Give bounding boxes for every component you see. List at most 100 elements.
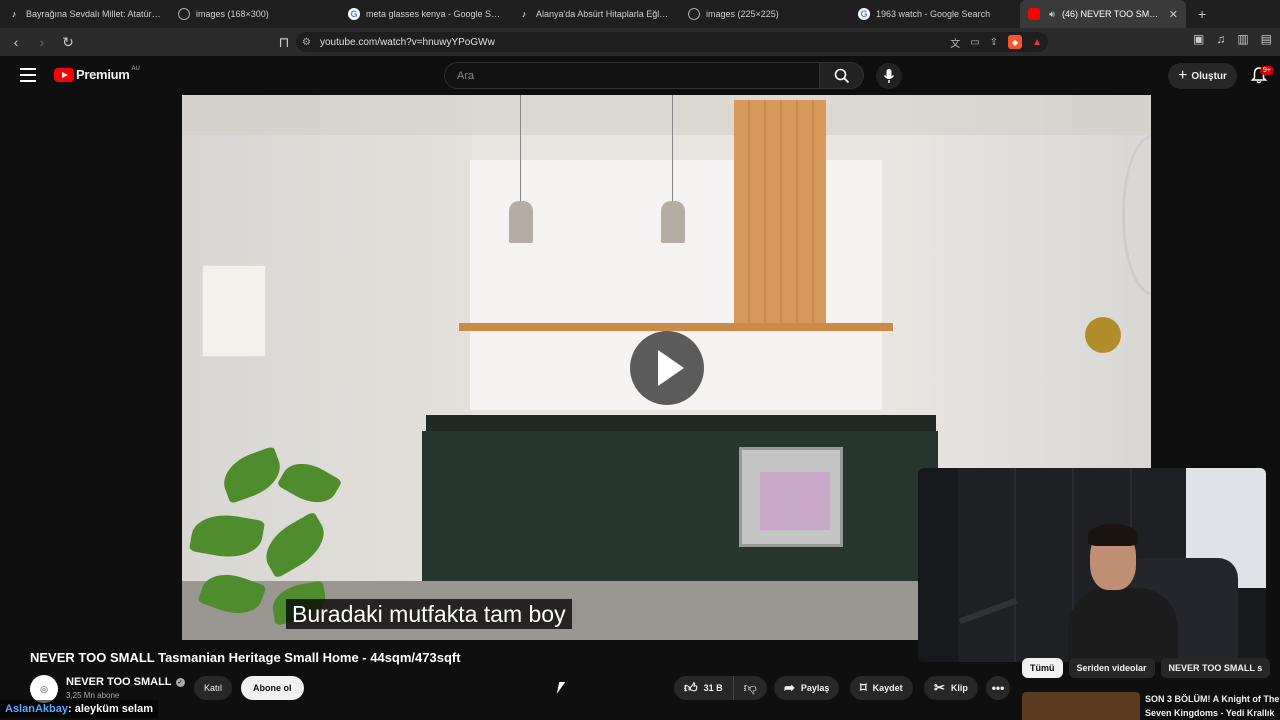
chat-text: : aleyküm selam <box>67 703 153 715</box>
share-label: Paylaş <box>800 683 830 693</box>
tab-title: (46) NEVER TOO SMALL Tasm <box>1062 9 1161 19</box>
youtube-header: Premium AU Ara + Oluştur <box>0 56 1280 94</box>
reload-icon[interactable]: ↻ <box>58 32 78 52</box>
video-thumbnail[interactable] <box>1022 692 1140 720</box>
recommended-title[interactable]: SON 3 BÖLÜM! A Knight of The Seven Kingd… <box>1145 692 1280 720</box>
thumbs-down-icon: 👎︎ <box>743 680 757 695</box>
more-horizontal-icon: ••• <box>991 681 1005 695</box>
video-frame-bg <box>509 201 533 243</box>
chat-username: AslanAkbay <box>5 703 68 715</box>
youtube-icon <box>1028 8 1040 20</box>
thumbs-up-icon: 👍︎ <box>684 680 698 695</box>
globe-icon <box>178 8 190 20</box>
search-input[interactable]: Ara <box>444 62 820 89</box>
browser-tab-active[interactable]: 🔊︎ (46) NEVER TOO SMALL Tasm ✕ <box>1020 0 1186 28</box>
cast-icon[interactable]: ▭ <box>970 37 979 48</box>
video-frame-bg <box>422 431 938 581</box>
chip-series[interactable]: Seriden videolar <box>1068 658 1155 678</box>
save-button-wrap: ⌑ Kaydet <box>850 676 913 700</box>
caption-text: Buradaki mutfakta tam boy <box>286 599 572 629</box>
bookmark-icon[interactable]: ⊓ <box>274 32 294 52</box>
create-button[interactable]: + Oluştur <box>1168 63 1237 89</box>
video-frame-bg <box>520 95 521 203</box>
join-button[interactable]: Katıl <box>194 676 233 700</box>
split-view-icon[interactable]: ▥ <box>1237 32 1248 46</box>
menu-icon[interactable] <box>20 68 36 86</box>
browser-tab[interactable]: ♪ Bayrağına Sevdalı Millet: Atatürk ve <box>0 0 170 28</box>
save-label: Kaydet <box>872 683 903 693</box>
subscribe-button[interactable]: Abone ol <box>241 676 304 700</box>
browser-tab[interactable]: images (225×225) <box>680 0 850 28</box>
chip-all[interactable]: Tümü <box>1022 658 1063 678</box>
subscriber-count: 3,25 Mn abone <box>66 691 120 700</box>
tab-title: images (225×225) <box>706 9 779 19</box>
recommended-video[interactable]: SON 3 BÖLÜM! A Knight of The Seven Kingd… <box>1022 692 1280 720</box>
video-frame-bg <box>739 447 843 547</box>
dislike-button[interactable]: 👎︎ <box>734 676 767 700</box>
share-arrow-icon: ➦ <box>784 680 795 695</box>
browser-tab-strip: ♪ Bayrağına Sevdalı Millet: Atatürk ve i… <box>0 0 1280 28</box>
video-frame-bg <box>459 323 893 331</box>
voice-search-button[interactable] <box>876 63 902 89</box>
mouse-cursor-icon <box>556 682 566 694</box>
mic-icon <box>883 69 895 83</box>
close-icon[interactable]: ✕ <box>1169 8 1178 21</box>
brave-rewards-icon[interactable]: ▲ <box>1032 37 1042 48</box>
webcam-overlay <box>918 468 1266 662</box>
like-button[interactable]: 👍︎ 31 B <box>674 676 734 700</box>
browser-tab[interactable]: images (168×300) <box>170 0 340 28</box>
share-icon[interactable]: ⇪ <box>990 37 998 48</box>
channel-name[interactable]: NEVER TOO SMALL ✓ <box>66 676 185 688</box>
youtube-premium-logo[interactable]: Premium AU <box>54 65 140 82</box>
clip-button[interactable]: ✂ Klip <box>924 676 978 700</box>
sidebar-toggle-icon[interactable]: ▣ <box>1193 32 1204 46</box>
region-code: AU <box>131 65 140 72</box>
speaker-icon: 🔊︎ <box>1049 8 1055 19</box>
tab-title: images (168×300) <box>196 9 269 19</box>
search-button[interactable] <box>820 62 864 89</box>
browser-tab[interactable]: ♪ Alanya'da Absürt Hitaplarla Eğlenceli <box>510 0 680 28</box>
media-icon[interactable]: ♫ <box>1216 32 1225 46</box>
tab-title: meta glasses kenya - Google Search <box>366 9 502 19</box>
share-button-wrap: ➦ Paylaş <box>774 676 840 700</box>
wallet-icon[interactable]: ▤ <box>1261 32 1272 46</box>
tab-title: Alanya'da Absürt Hitaplarla Eğlenceli <box>536 9 672 19</box>
logo-text: Premium <box>76 67 130 82</box>
channel-avatar[interactable]: ◎ <box>30 675 58 703</box>
tiktok-icon: ♪ <box>521 9 527 19</box>
brave-shield-icon[interactable]: ◆ <box>1008 35 1023 49</box>
globe-icon <box>688 8 700 20</box>
forward-icon[interactable]: › <box>32 32 52 52</box>
google-icon: G <box>348 8 360 20</box>
video-frame-bg <box>182 95 1151 135</box>
save-button[interactable]: ⌑ Kaydet <box>850 676 913 700</box>
search-bar: Ara <box>444 62 864 89</box>
tab-title: 1963 watch - Google Search <box>876 9 991 19</box>
tab-title: Bayrağına Sevdalı Millet: Atatürk ve <box>26 9 162 19</box>
youtube-play-icon <box>54 67 74 82</box>
chip-channel[interactable]: NEVER TOO SMALL s <box>1160 658 1271 678</box>
filter-chips: Tümü Seriden videolar NEVER TOO SMALL s <box>1022 658 1271 678</box>
video-frame-bg <box>1085 317 1121 353</box>
more-actions-button[interactable]: ••• <box>986 676 1010 700</box>
search-icon <box>834 68 849 83</box>
video-title: NEVER TOO SMALL Tasmanian Heritage Small… <box>30 650 461 665</box>
video-frame-bg <box>661 201 685 243</box>
browser-tab[interactable]: G 1963 watch - Google Search <box>850 0 1020 28</box>
like-dislike-group: 👍︎ 31 B 👎︎ <box>674 676 767 700</box>
new-tab-icon[interactable]: + <box>1198 6 1206 22</box>
address-bar[interactable]: ⚙ youtube.com/watch?v=hnuwyYPoGWw 文 ▭ ⇪ … <box>296 32 1048 52</box>
translate-icon[interactable]: 文 <box>950 35 960 50</box>
video-frame-bg <box>202 265 266 357</box>
share-button[interactable]: ➦ Paylaş <box>774 676 840 700</box>
like-count: 31 B <box>703 683 723 693</box>
tiktok-icon: ♪ <box>11 9 17 19</box>
play-button-overlay[interactable] <box>630 331 704 405</box>
browser-tab[interactable]: G meta glasses kenya - Google Search <box>340 0 510 28</box>
clip-button-wrap: ✂ Klip <box>924 676 978 700</box>
back-icon[interactable]: ‹ <box>6 32 26 52</box>
browser-toolbar: ‹ › ↻ ⊓ ⚙ youtube.com/watch?v=hnuwyYPoGW… <box>0 28 1280 56</box>
url-text: youtube.com/watch?v=hnuwyYPoGWw <box>320 36 495 48</box>
site-info-icon[interactable]: ⚙ <box>302 37 311 48</box>
create-label: Oluştur <box>1191 70 1227 82</box>
